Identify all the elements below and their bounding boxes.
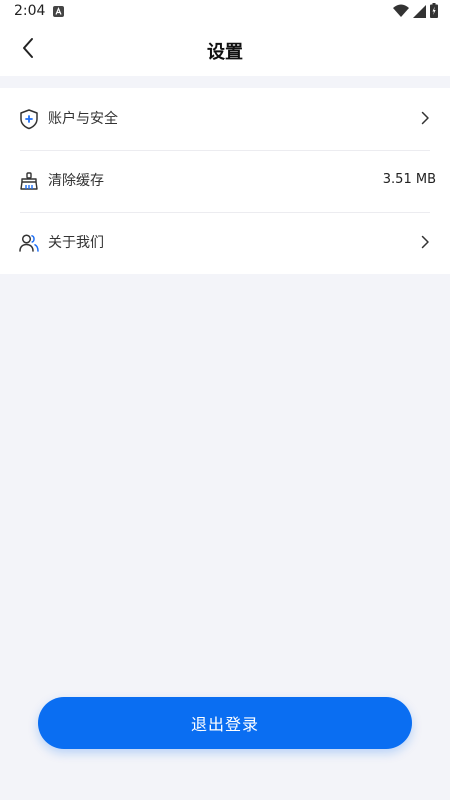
menu-item-account-security[interactable]: 账户与安全 <box>0 88 450 150</box>
wifi-icon <box>393 3 409 22</box>
status-time: 2:04 <box>14 3 46 19</box>
shield-plus-icon <box>18 108 40 130</box>
logout-button[interactable]: 退出登录 <box>38 697 412 749</box>
chevron-right-icon <box>418 235 432 249</box>
menu-item-label: 账户与安全 <box>48 111 118 127</box>
menu-item-label: 关于我们 <box>48 235 104 251</box>
signal-icon <box>413 3 426 22</box>
cache-size-value: 3.51 MB <box>382 172 436 187</box>
chevron-right-icon <box>418 111 432 125</box>
header: 设置 <box>0 24 450 76</box>
users-icon <box>18 232 40 254</box>
app-notification-icon <box>53 6 64 17</box>
battery-charging-icon <box>430 2 438 22</box>
menu-item-about-us[interactable]: 关于我们 <box>0 212 450 274</box>
menu-item-label: 清除缓存 <box>48 173 104 189</box>
menu-item-clear-cache[interactable]: 清除缓存 3.51 MB <box>0 150 450 212</box>
broom-icon <box>18 170 40 192</box>
page-title: 设置 <box>207 42 243 63</box>
status-bar: 2:04 <box>0 0 450 24</box>
status-icons <box>393 2 438 22</box>
settings-menu: 账户与安全 清除缓存 3.51 MB 关于我们 <box>0 88 450 274</box>
